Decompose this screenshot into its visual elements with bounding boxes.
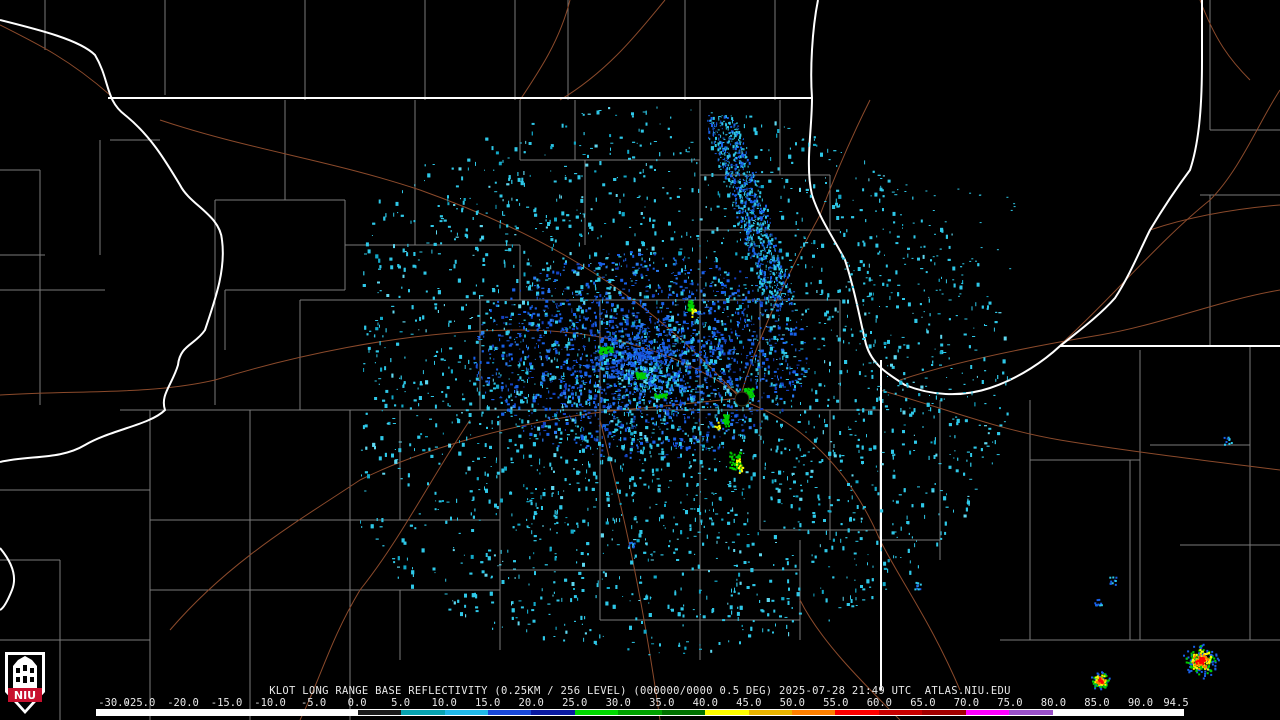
colorbar-segment — [1009, 710, 1053, 715]
color-scale-tick-label: 20.0 — [518, 697, 544, 709]
reflectivity-colorbar — [96, 709, 1184, 716]
colorbar-segment — [705, 710, 749, 715]
colorbar-segment — [748, 710, 792, 715]
colorbar-segment — [574, 710, 619, 715]
niu-logo: NIU — [5, 652, 45, 714]
color-scale-tick-label: 50.0 — [779, 697, 805, 709]
colorbar-segment — [965, 710, 1010, 715]
color-scale-tick-label: -25.0 — [123, 697, 156, 709]
colorbar-segment — [401, 710, 445, 715]
color-scale-tick-label: 35.0 — [649, 697, 675, 709]
product-caption: KLOT LONG RANGE BASE REFLECTIVITY (0.25K… — [269, 685, 1011, 697]
colorbar-segment — [183, 710, 228, 715]
color-scale-tick-label: 90.0 — [1127, 697, 1154, 709]
colorbar-segment — [1096, 710, 1140, 715]
colorbar-segment — [835, 710, 879, 715]
color-scale-tick-label: 15.0 — [475, 697, 501, 709]
color-scale-tick-label: 85.0 — [1084, 697, 1110, 709]
colorbar-segment — [140, 710, 184, 715]
color-scale-tick-label: -5.0 — [300, 697, 327, 709]
colorbar-segment — [1139, 710, 1183, 715]
colorbar-segment — [97, 710, 141, 715]
colorbar-segment — [487, 710, 532, 715]
color-scale-tick-label: 0.0 — [347, 697, 367, 709]
color-scale-tick-label: -15.0 — [210, 697, 243, 709]
color-scale-labels: -30.0 -25.0 -20.0 -15.0 -10.0 -5.0 0.0 5.0 10.0 1… — [96, 697, 1189, 709]
color-scale-tick-label: 30.0 — [605, 697, 631, 709]
logo-text: NIU — [14, 689, 36, 702]
colorbar-segment — [314, 710, 358, 715]
color-scale-tick-label: 55.0 — [823, 697, 849, 709]
colorbar-segment — [792, 710, 836, 715]
colorbar-segment — [661, 710, 706, 715]
color-scale-tick-label: 5.0 — [391, 697, 411, 709]
colorbar-segment — [270, 710, 315, 715]
colorbar-segment — [444, 710, 488, 715]
colorbar-segment — [618, 710, 662, 715]
colorbar-segment — [922, 710, 966, 715]
color-scale-tick-label: 65.0 — [910, 697, 936, 709]
color-scale-tick-label: 60.0 — [866, 697, 893, 709]
color-scale-tick-label: 40.0 — [692, 697, 718, 709]
color-scale-tick-label: -20.0 — [167, 697, 199, 709]
color-scale-tick-label: 75.0 — [997, 697, 1023, 709]
colorbar-segment — [531, 710, 575, 715]
color-scale-tick-label: 94.5 — [1163, 697, 1189, 709]
color-scale-tick-label: 45.0 — [736, 697, 762, 709]
radar-site-marker — [734, 391, 750, 407]
color-scale-tick-label: 70.0 — [953, 697, 980, 709]
colorbar-segment — [1052, 710, 1097, 715]
color-scale-tick-label: -10.0 — [254, 697, 286, 709]
color-scale-tick-label: 80.0 — [1040, 697, 1067, 709]
color-scale-tick-label: 10.0 — [431, 697, 457, 709]
colorbar-segment — [878, 710, 923, 715]
color-scale-tick-label: 25.0 — [562, 697, 588, 709]
colorbar-segment — [357, 710, 402, 715]
radar-map — [0, 0, 1280, 720]
colorbar-segment — [227, 710, 271, 715]
